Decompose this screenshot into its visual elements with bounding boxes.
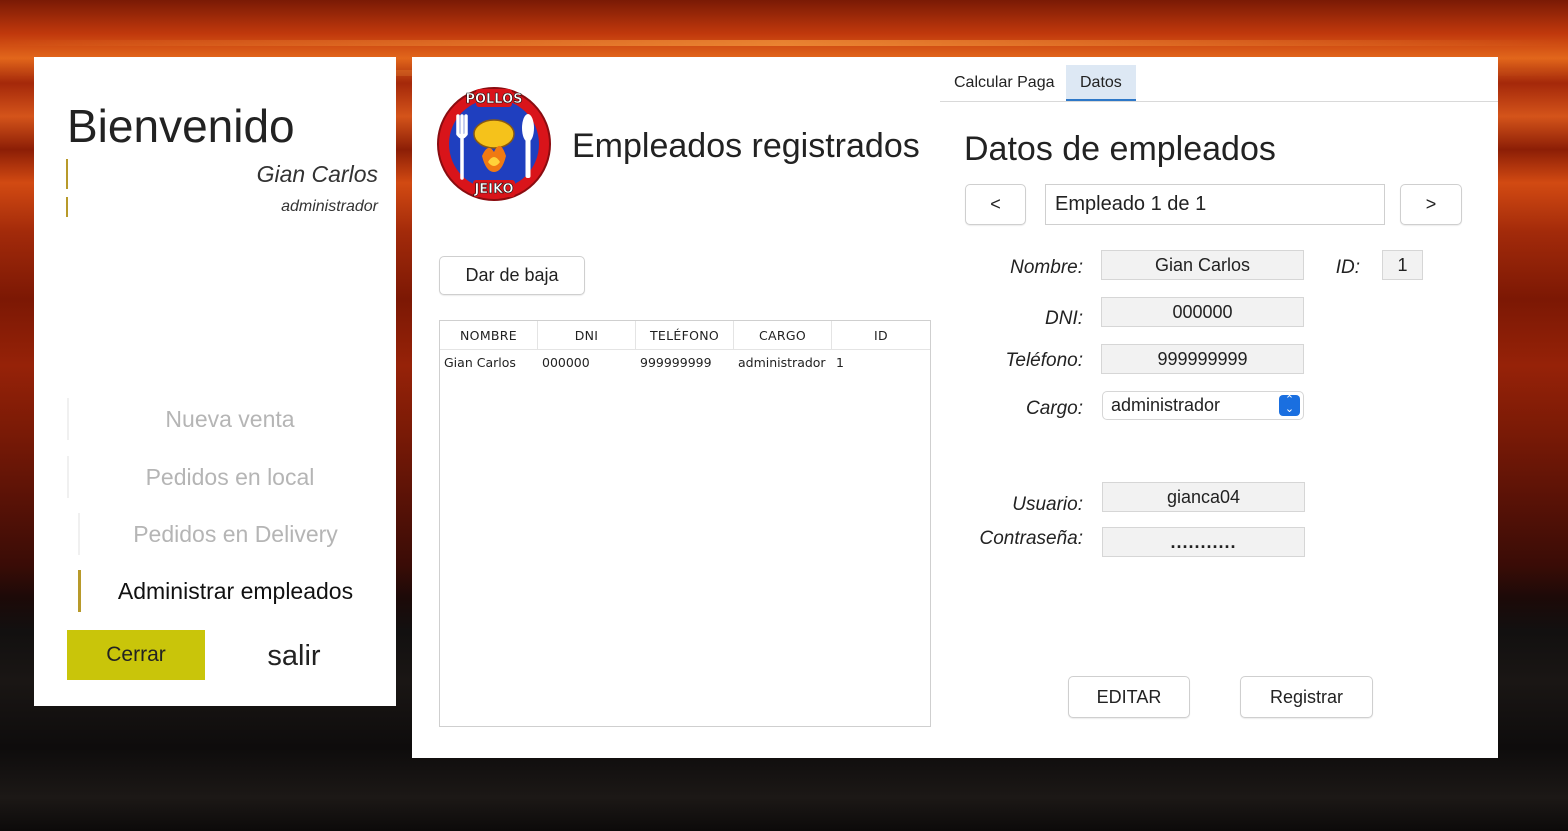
- sidebar-panel: Bienvenido Gian Carlos administrador Nue…: [34, 57, 396, 706]
- name-label: Nombre:: [1010, 257, 1083, 278]
- nav-item-delivery-orders[interactable]: Pedidos en Delivery: [78, 513, 393, 555]
- dni-field[interactable]: 000000: [1101, 297, 1304, 327]
- current-user-role: administrador: [66, 197, 378, 217]
- role-label: Cargo:: [1025, 398, 1083, 419]
- previous-record-button[interactable]: <: [965, 184, 1026, 225]
- cell-name: Gian Carlos: [444, 355, 516, 370]
- employees-table: NOMBRE DNI TELÉFONO CARGO ID Gian Carlos…: [439, 320, 931, 727]
- next-record-button[interactable]: >: [1400, 184, 1462, 225]
- background-streak: [0, 40, 1568, 46]
- exit-button[interactable]: salir: [247, 635, 341, 677]
- up-down-chevron-icon: ⌃ ⌄: [1279, 395, 1300, 416]
- record-indicator: Empleado 1 de 1: [1045, 184, 1385, 225]
- table-row[interactable]: Gian Carlos 000000 999999999 administrad…: [440, 350, 930, 376]
- tab-bar: Calcular Paga Datos: [940, 65, 1498, 102]
- employees-list-title: Empleados registrados: [572, 127, 920, 165]
- dismiss-employee-button[interactable]: Dar de baja: [439, 256, 585, 295]
- main-panel: POLLOS JEIKO Empleados registrados Dar d…: [412, 57, 1498, 758]
- nav-item-manage-employees[interactable]: Administrar empleados: [78, 570, 393, 612]
- svg-text:JEIKO: JEIKO: [473, 182, 513, 197]
- cell-id: 1: [836, 355, 844, 370]
- employee-data-title: Datos de empleados: [964, 130, 1276, 168]
- nav-item-local-orders[interactable]: Pedidos en local: [67, 456, 393, 498]
- column-header-dni[interactable]: DNI: [538, 321, 636, 349]
- username-field[interactable]: gianca04: [1102, 482, 1305, 512]
- welcome-heading: Bienvenido: [67, 100, 295, 152]
- id-field[interactable]: 1: [1382, 250, 1423, 280]
- column-header-id[interactable]: ID: [832, 321, 930, 349]
- pollos-jeiko-logo: POLLOS JEIKO: [437, 87, 551, 201]
- tab-calculate-pay[interactable]: Calcular Paga: [940, 65, 1069, 101]
- id-label: ID:: [1335, 257, 1360, 278]
- nav-item-new-sale[interactable]: Nueva venta: [67, 398, 393, 440]
- current-user-name: Gian Carlos: [66, 159, 378, 189]
- role-select[interactable]: administrador ⌃ ⌄: [1102, 391, 1304, 420]
- dni-label: DNI:: [1045, 308, 1083, 329]
- svg-text:POLLOS: POLLOS: [465, 92, 522, 107]
- password-label: Contraseña:: [979, 528, 1083, 549]
- name-field[interactable]: Gian Carlos: [1101, 250, 1304, 280]
- close-button[interactable]: Cerrar: [67, 630, 205, 680]
- column-header-name[interactable]: NOMBRE: [440, 321, 538, 349]
- username-label: Usuario:: [1012, 494, 1083, 515]
- table-header: NOMBRE DNI TELÉFONO CARGO ID: [440, 321, 930, 350]
- cell-phone: 999999999: [640, 355, 712, 370]
- password-field[interactable]: ...........: [1102, 527, 1305, 557]
- tab-data[interactable]: Datos: [1066, 65, 1136, 101]
- phone-field[interactable]: 999999999: [1101, 344, 1304, 374]
- phone-label: Teléfono:: [1005, 350, 1083, 371]
- role-select-value: administrador: [1111, 395, 1221, 415]
- column-header-role[interactable]: CARGO: [734, 321, 832, 349]
- register-button[interactable]: Registrar: [1240, 676, 1373, 718]
- edit-button[interactable]: EDITAR: [1068, 676, 1190, 718]
- column-header-phone[interactable]: TELÉFONO: [636, 321, 734, 349]
- cell-role: administrador: [738, 355, 826, 370]
- cell-dni: 000000: [542, 355, 590, 370]
